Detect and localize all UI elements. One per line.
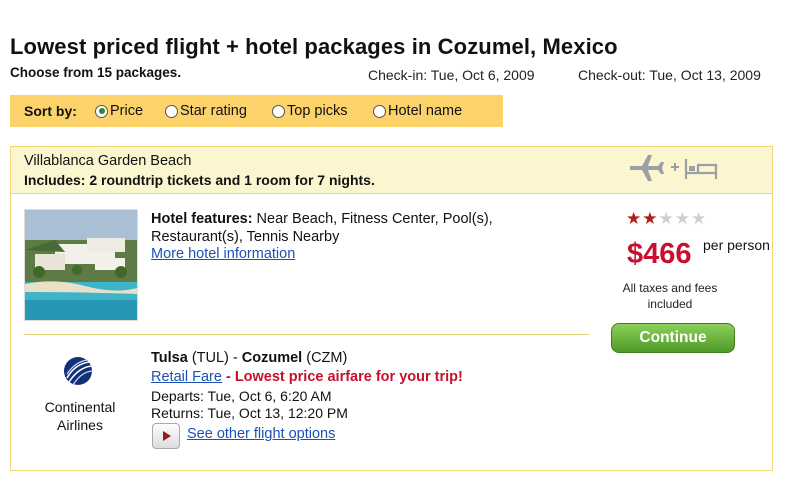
package-includes: Includes: 2 roundtrip tickets and 1 room… xyxy=(24,172,375,188)
page-title: Lowest priced flight + hotel packages in… xyxy=(10,34,618,59)
package-count-text: Choose from 15 packages. xyxy=(10,65,182,80)
flight-plus-hotel-icons xyxy=(630,155,718,181)
star-rating: ★★★★★ xyxy=(626,209,707,229)
hotel-photo[interactable] xyxy=(24,209,138,321)
origin-code: (TUL) xyxy=(191,350,229,366)
star-filled-icon: ★ xyxy=(642,209,659,228)
includes-suffix: room for 7 nights. xyxy=(251,172,375,188)
airplane-icon xyxy=(630,155,664,181)
hotel-features: Hotel features: Near Beach, Fitness Cent… xyxy=(151,210,551,246)
taxes-note: All taxes and fees included xyxy=(622,281,718,311)
fare-note: Lowest price airfare for your trip! xyxy=(234,369,463,385)
fare-line: Retail Fare - Lowest price airfare for y… xyxy=(151,369,463,385)
radio-icon[interactable] xyxy=(272,104,285,118)
expand-arrow-button[interactable] xyxy=(152,423,180,449)
destination-city: Cozumel xyxy=(241,350,303,366)
route-separator: - xyxy=(228,350,242,366)
bed-icon xyxy=(684,159,718,179)
per-person-label: per person xyxy=(703,238,770,253)
hotel-name: Villablanca Garden Beach xyxy=(24,153,192,169)
return-time: Returns: Tue, Oct 13, 12:20 PM xyxy=(151,405,348,421)
other-flight-options-link[interactable]: See other flight options xyxy=(187,426,335,442)
sort-bar: Sort by: Price Star rating Top picks Hot… xyxy=(10,95,503,127)
sort-option-hotel-name[interactable]: Hotel name xyxy=(373,103,462,119)
airline-name: Continental Airlines xyxy=(44,399,116,433)
star-empty-icon: ★ xyxy=(658,209,675,228)
includes-prefix: Includes: 2 roundtrip tickets and xyxy=(24,172,245,188)
section-divider xyxy=(24,334,589,335)
includes-rooms: 1 xyxy=(244,172,252,188)
checkin-date: Check-in: Tue, Oct 6, 2009 xyxy=(368,67,535,83)
origin-city: Tulsa xyxy=(151,350,188,366)
features-label: Hotel features: xyxy=(151,211,253,227)
continental-airlines-logo-icon xyxy=(64,357,93,386)
per-person-text: per person xyxy=(703,237,770,253)
sort-option-label: Star rating xyxy=(180,103,247,119)
plus-icon xyxy=(671,163,679,171)
sort-option-price[interactable]: Price xyxy=(95,103,143,119)
star-filled-icon: ★ xyxy=(626,209,643,228)
destination-code: (CZM) xyxy=(306,350,348,366)
sort-option-top-picks[interactable]: Top picks xyxy=(272,103,347,119)
fare-dash: - xyxy=(221,369,235,385)
checkout-date: Check-out: Tue, Oct 13, 2009 xyxy=(578,67,761,83)
sort-label: Sort by: xyxy=(24,103,77,119)
sort-option-label: Top picks xyxy=(287,103,348,119)
radio-selected-icon[interactable] xyxy=(95,104,108,118)
more-hotel-info-link[interactable]: More hotel information xyxy=(151,246,295,262)
star-empty-icon: ★ xyxy=(674,209,691,228)
sort-option-star-rating[interactable]: Star rating xyxy=(165,103,247,119)
sort-option-label: Hotel name xyxy=(388,103,463,119)
departure-time: Departs: Tue, Oct 6, 6:20 AM xyxy=(151,388,332,404)
retail-fare-link[interactable]: Retail Fare xyxy=(151,369,222,385)
flight-route: Tulsa (TUL) - Cozumel (CZM) xyxy=(151,350,347,366)
continue-button[interactable]: Continue xyxy=(611,323,735,353)
radio-icon[interactable] xyxy=(165,104,178,118)
star-empty-icon: ★ xyxy=(691,209,708,228)
package-price: $466 xyxy=(627,238,692,270)
sort-option-label: Price xyxy=(110,103,144,119)
radio-icon[interactable] xyxy=(373,104,386,118)
